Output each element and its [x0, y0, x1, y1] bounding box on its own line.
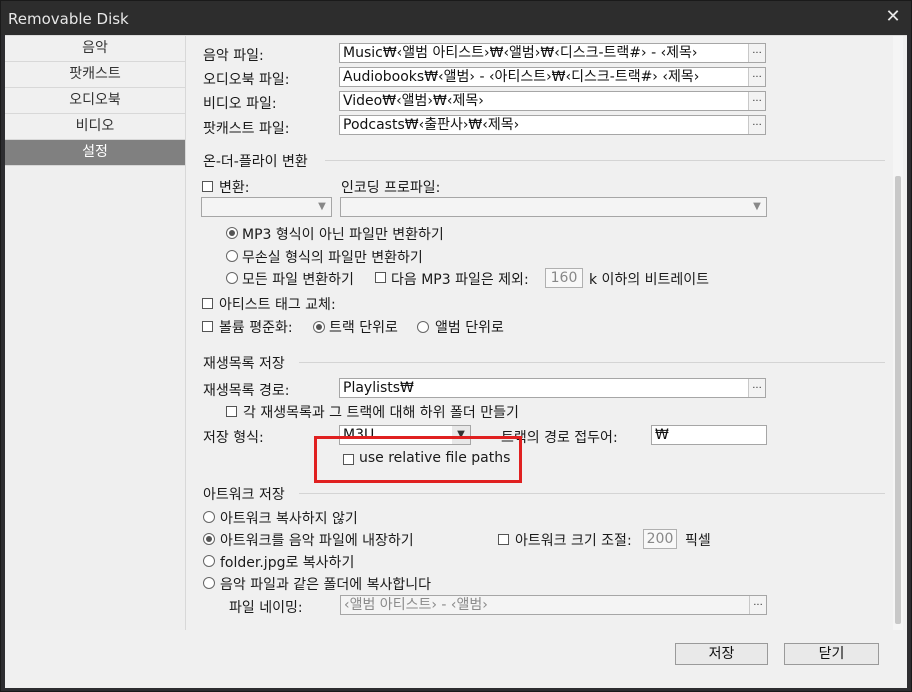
subfolder-checkbox[interactable]: [226, 406, 237, 417]
scrollbar-thumb[interactable]: [895, 176, 901, 624]
convert-label: 변환:: [219, 180, 250, 196]
video-path-value: Video₩‹앨범›₩‹제목›: [343, 93, 484, 109]
close-icon[interactable]: ✕: [883, 7, 903, 27]
radio-artwork-none-label: 아트워크 복사하지 않기: [220, 511, 358, 527]
podcast-path-value: Podcasts₩‹출판사›₩‹제목›: [343, 117, 520, 133]
chevron-down-icon: ▼: [753, 201, 761, 212]
format-label: 저장 형식:: [203, 430, 264, 446]
podcast-path-input[interactable]: Podcasts₩‹출판사›₩‹제목›...: [339, 115, 766, 135]
playlist-path-label: 재생목록 경로:: [203, 383, 290, 399]
radio-artwork-none[interactable]: [203, 511, 215, 523]
bitrate-input[interactable]: 160: [545, 268, 583, 288]
browse-button[interactable]: ...: [748, 92, 765, 110]
sidebar-item-music[interactable]: 음악: [5, 36, 185, 62]
audiobook-path-value: Audiobooks₩‹앨범› - ‹아티스트›₩‹디스크-트랙#› ‹제목›: [343, 69, 700, 85]
prefix-input[interactable]: ₩: [651, 425, 767, 445]
volume-checkbox[interactable]: [202, 321, 213, 332]
browse-button[interactable]: ...: [748, 379, 765, 397]
section-playlist: 재생목록 저장: [203, 356, 285, 372]
radio-volume-album[interactable]: [417, 321, 429, 333]
section-divider: [325, 160, 885, 161]
radio-convert-lossless[interactable]: [226, 250, 238, 262]
artwork-resize-label: 아트워크 크기 조절:: [515, 533, 632, 549]
radio-convert-non-mp3[interactable]: [226, 227, 238, 239]
artwork-size-input[interactable]: 200: [643, 529, 677, 549]
file-naming-value: ‹앨범 아티스트› - ‹앨범›: [344, 597, 488, 613]
prefix-value: ₩: [655, 427, 669, 443]
artist-tag-checkbox[interactable]: [202, 298, 213, 309]
bitrate-suffix-label: k 이하의 비트레이트: [589, 272, 710, 288]
encoding-profile-label: 인코딩 프로파일:: [341, 180, 441, 196]
relative-paths-checkbox[interactable]: [343, 454, 354, 465]
audiobook-path-input[interactable]: Audiobooks₩‹앨범› - ‹아티스트›₩‹디스크-트랙#› ‹제목›.…: [339, 67, 766, 87]
music-path-input[interactable]: Music₩‹앨범 아티스트›₩‹앨범›₩‹디스크-트랙#› - ‹제목›...: [339, 43, 766, 63]
sidebar-item-audiobook[interactable]: 오디오북: [5, 88, 185, 114]
radio-artwork-samefolder-label: 음악 파일과 같은 폴더에 복사합니다: [220, 577, 431, 593]
settings-panel: 음악 파일: Music₩‹앨범 아티스트›₩‹앨범›₩‹디스크-트랙#› - …: [189, 36, 903, 630]
client-area: 음악 팟캐스트 오디오북 비디오 설정 음악 파일: Music₩‹앨범 아티스…: [5, 35, 907, 688]
section-divider: [299, 493, 885, 494]
radio-artwork-embed-label: 아트워크를 음악 파일에 내장하기: [220, 533, 414, 549]
radio-artwork-embed[interactable]: [203, 533, 215, 545]
volume-label: 볼륨 평준화:: [219, 320, 293, 336]
file-naming-input[interactable]: ‹앨범 아티스트› - ‹앨범›...: [340, 595, 767, 615]
radio-volume-track[interactable]: [313, 321, 325, 333]
save-button[interactable]: 저장: [675, 643, 768, 665]
sidebar-item-settings[interactable]: 설정: [5, 140, 185, 166]
radio-convert-all-label: 모든 파일 변환하기: [242, 272, 354, 288]
except-mp3-label: 다음 MP3 파일은 제외:: [391, 272, 529, 288]
close-button[interactable]: 닫기: [784, 643, 879, 665]
window-title: Removable Disk: [8, 10, 129, 28]
section-divider: [299, 362, 885, 363]
sidebar-item-podcast[interactable]: 팟캐스트: [5, 62, 185, 88]
video-path-input[interactable]: Video₩‹앨범›₩‹제목›...: [339, 91, 766, 111]
radio-convert-all[interactable]: [226, 272, 238, 284]
dialog-window: Removable Disk ✕ 음악 팟캐스트 오디오북 비디오 설정 음악 …: [0, 0, 912, 692]
convert-select[interactable]: ▼: [201, 197, 332, 217]
playlist-path-input[interactable]: Playlists₩...: [339, 378, 766, 398]
file-naming-label: 파일 네이밍:: [229, 600, 303, 616]
music-path-value: Music₩‹앨범 아티스트›₩‹앨범›₩‹디스크-트랙#› - ‹제목›: [343, 45, 698, 61]
radio-convert-non-mp3-label: MP3 형식이 아닌 파일만 변환하기: [242, 227, 444, 243]
chevron-down-icon: ▼: [318, 201, 326, 212]
artwork-size-unit: 픽셀: [685, 533, 711, 549]
radio-volume-track-label: 트랙 단위로: [329, 320, 398, 336]
sidebar-item-video[interactable]: 비디오: [5, 114, 185, 140]
podcast-path-label: 팟캐스트 파일:: [203, 121, 290, 137]
radio-artwork-folderjpg-label: folder.jpg로 복사하기: [220, 555, 355, 571]
radio-volume-album-label: 앨범 단위로: [435, 320, 504, 336]
audiobook-path-label: 오디오북 파일:: [203, 72, 290, 88]
subfolder-label: 각 재생목록과 그 트랙에 대해 하위 폴더 만들기: [243, 405, 519, 421]
browse-button[interactable]: ...: [748, 116, 765, 134]
browse-button[interactable]: ...: [749, 596, 766, 614]
radio-convert-lossless-label: 무손실 형식의 파일만 변환하기: [242, 250, 423, 266]
radio-artwork-samefolder[interactable]: [203, 577, 215, 589]
except-mp3-checkbox[interactable]: [375, 272, 386, 283]
browse-button[interactable]: ...: [748, 44, 765, 62]
section-artwork: 아트워크 저장: [203, 487, 285, 503]
artist-tag-label: 아티스트 태그 교체:: [219, 297, 336, 313]
music-path-label: 음악 파일:: [203, 48, 264, 64]
convert-checkbox[interactable]: [202, 181, 213, 192]
radio-artwork-folderjpg[interactable]: [203, 555, 215, 567]
vertical-scrollbar[interactable]: [893, 36, 903, 630]
encoding-profile-select[interactable]: ▼: [340, 197, 767, 217]
video-path-label: 비디오 파일:: [203, 96, 277, 112]
relative-paths-label: use relative file paths: [359, 450, 511, 466]
browse-button[interactable]: ...: [748, 68, 765, 86]
playlist-path-value: Playlists₩: [343, 380, 414, 396]
sidebar: 음악 팟캐스트 오디오북 비디오 설정: [5, 36, 186, 630]
title-bar[interactable]: Removable Disk ✕: [1, 1, 911, 35]
section-on-the-fly: 온-더-플라이 변환: [203, 154, 308, 170]
artwork-resize-checkbox[interactable]: [498, 534, 509, 545]
